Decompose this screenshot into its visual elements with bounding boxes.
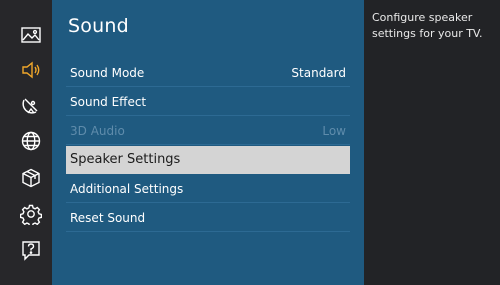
menu-item-label: Sound Effect [70, 94, 147, 109]
menu-item-3d-audio: 3D Audio Low [66, 117, 350, 145]
menu-item-label: Reset Sound [70, 210, 146, 225]
menu-item-speaker-settings[interactable]: Speaker Settings [66, 146, 350, 174]
menu-item-label: Sound Mode [70, 65, 145, 80]
menu-item-label: Speaker Settings [70, 152, 181, 167]
menu-item-label: Additional Settings [70, 181, 184, 196]
sound-menu-panel: Sound Sound Mode Standard Sound Effect 3… [52, 0, 364, 285]
menu-item-value: Standard [291, 65, 346, 80]
panel-title: Sound [68, 15, 129, 37]
system-icon[interactable] [20, 167, 42, 189]
broadcasting-icon[interactable] [20, 94, 42, 116]
sidebar [0, 0, 53, 285]
help-description: Configure speaker settings for your TV. [372, 11, 483, 40]
menu-item-additional-settings[interactable]: Additional Settings [66, 175, 350, 203]
menu-item-value: Low [322, 123, 346, 138]
sound-icon[interactable] [20, 59, 42, 81]
support-icon[interactable] [20, 239, 42, 261]
network-icon[interactable] [20, 130, 42, 152]
menu-item-label: 3D Audio [70, 123, 125, 138]
menu-item-sound-effect[interactable]: Sound Effect [66, 88, 350, 116]
menu-item-reset-sound[interactable]: Reset Sound [66, 204, 350, 232]
settings-icon[interactable] [20, 203, 42, 225]
picture-icon[interactable] [20, 24, 42, 46]
sound-menu-list: Sound Mode Standard Sound Effect 3D Audi… [66, 59, 350, 233]
menu-item-sound-mode[interactable]: Sound Mode Standard [66, 59, 350, 87]
